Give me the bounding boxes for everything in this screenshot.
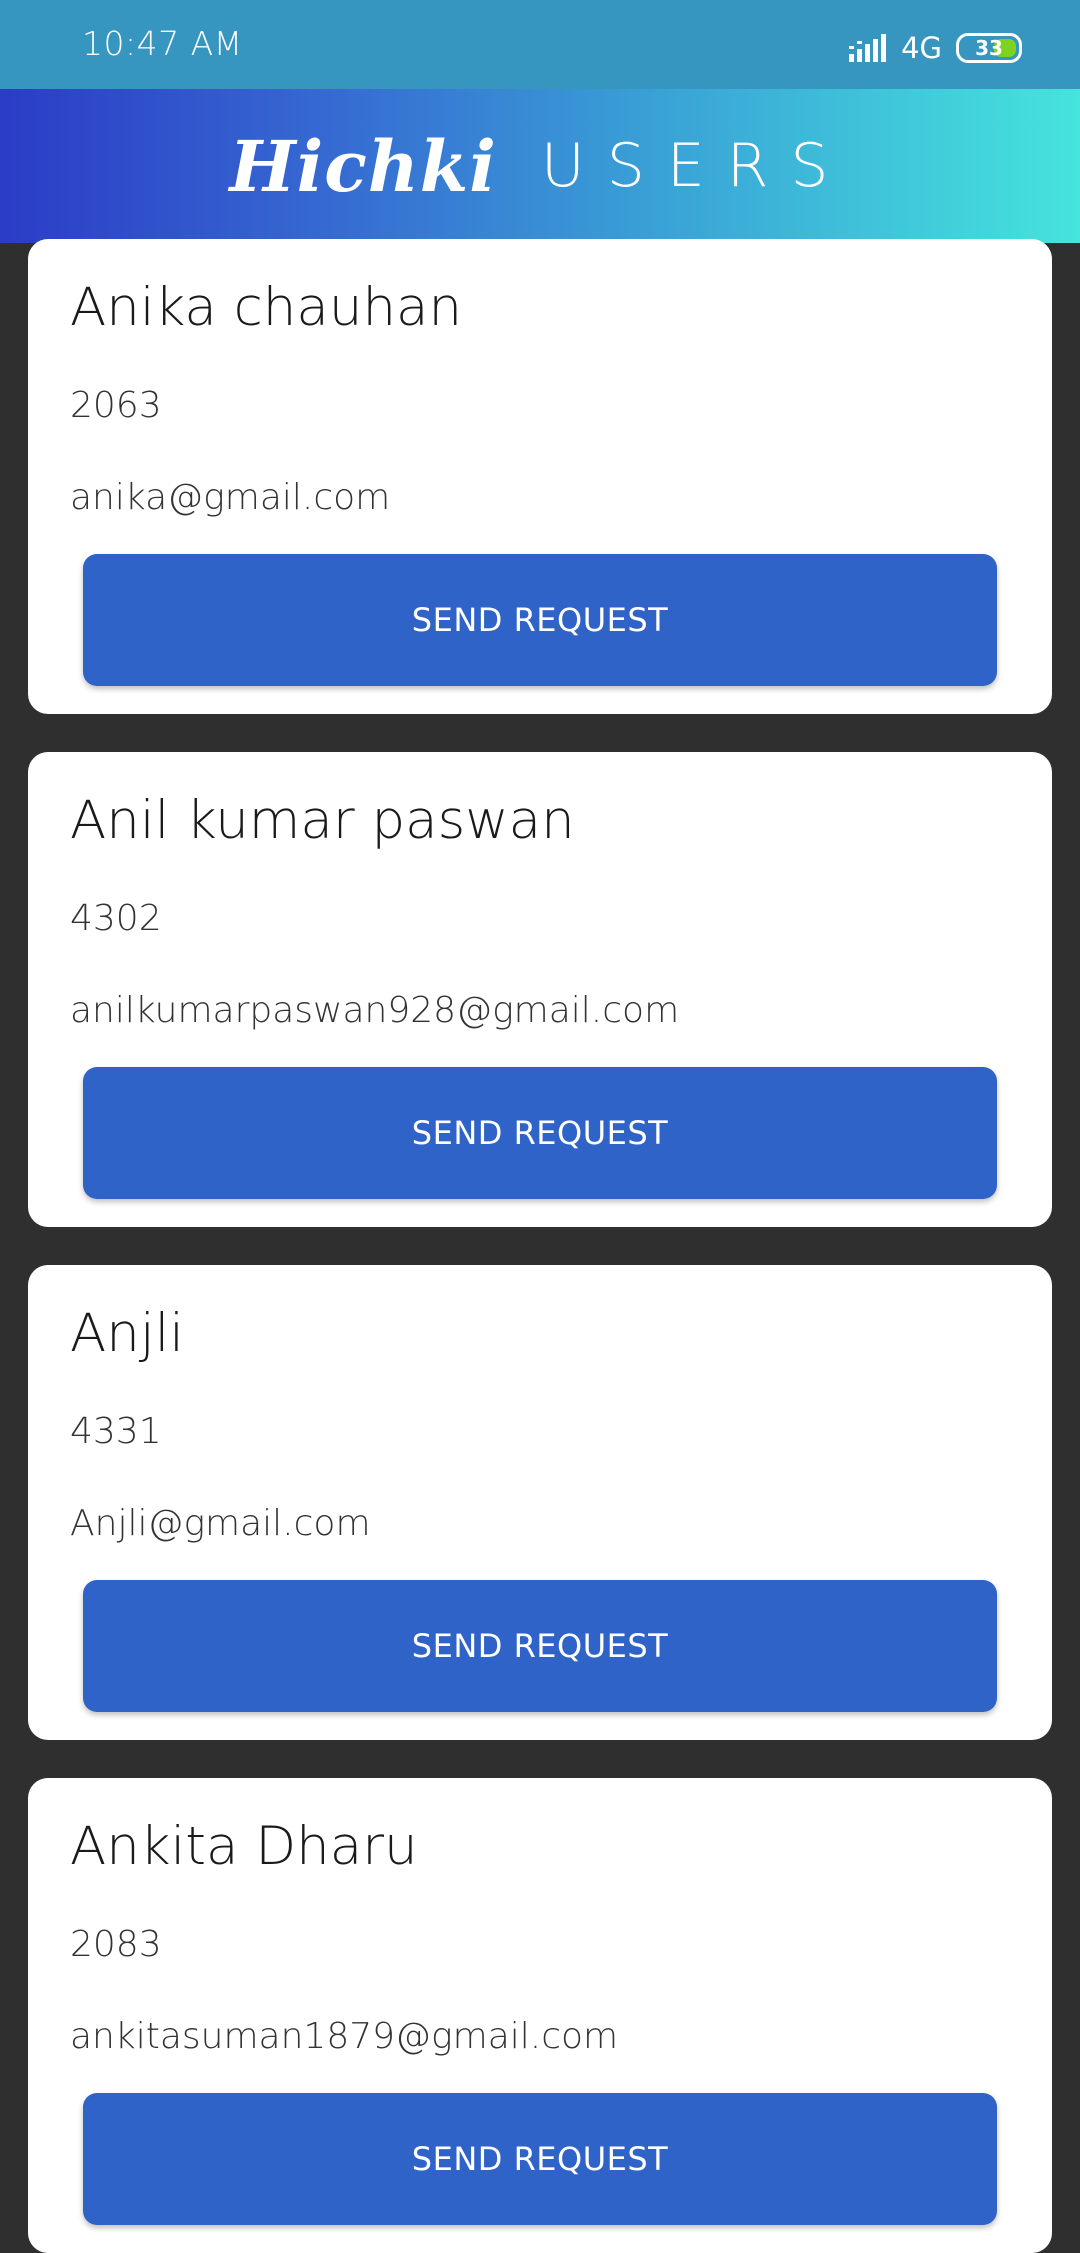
status-time: 10:47 AM [82,24,243,63]
network-type: 4G [901,31,942,65]
user-card: Ankita Dharu 2083 ankitasuman1879@gmail.… [28,1778,1052,2253]
user-name: Anil kumar paswan [70,790,575,851]
user-code: 4331 [70,1411,162,1452]
status-indicators: 4G 33 [849,28,1022,68]
brand-logo: Hichki [229,124,497,208]
user-name: Anika chauhan [70,277,463,338]
user-card: Anil kumar paswan 4302 anilkumarpaswan92… [28,752,1052,1227]
user-card: Anika chauhan 2063 anika@gmail.com SEND … [28,239,1052,714]
user-email: anika@gmail.com [70,477,391,518]
user-code: 4302 [70,898,162,939]
send-request-button[interactable]: SEND REQUEST [83,554,997,686]
user-card: Anjli 4331 Anjli@gmail.com SEND REQUEST [28,1265,1052,1740]
status-bar: 10:47 AM 4G 33 [0,0,1080,89]
battery-icon: 33 [956,33,1022,63]
battery-percent: 33 [975,36,1003,60]
user-email: Anjli@gmail.com [70,1503,371,1544]
user-name: Ankita Dharu [70,1816,418,1877]
user-code: 2083 [70,1924,162,1965]
screen-title: USERS [540,131,851,201]
send-request-button[interactable]: SEND REQUEST [83,1580,997,1712]
user-name: Anjli [70,1303,185,1364]
user-email: ankitasuman1879@gmail.com [70,2016,619,2057]
signal-icon [849,34,887,62]
user-code: 2063 [70,385,162,426]
user-email: anilkumarpaswan928@gmail.com [70,990,680,1031]
send-request-button[interactable]: SEND REQUEST [83,2093,997,2225]
send-request-button[interactable]: SEND REQUEST [83,1067,997,1199]
app-header: Hichki USERS [0,89,1080,243]
